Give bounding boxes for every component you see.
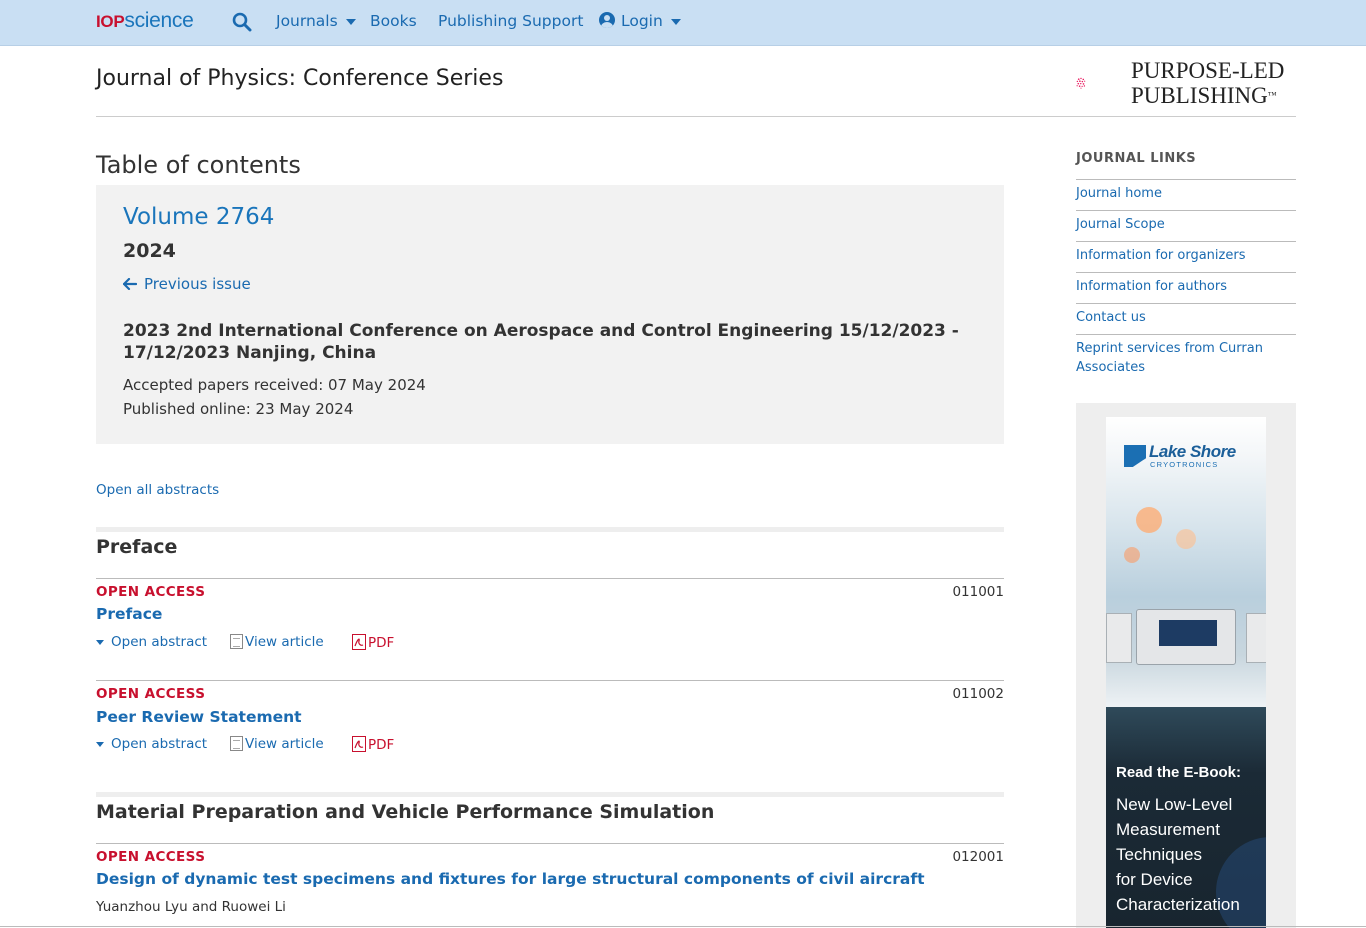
- article-divider: [96, 843, 1004, 844]
- document-icon: [230, 736, 243, 751]
- search-icon[interactable]: [232, 12, 252, 32]
- article-title-link[interactable]: Peer Review Statement: [96, 708, 302, 726]
- journal-links-heading: JOURNAL LINKS: [1076, 151, 1197, 166]
- open-abstract-label: Open abstract: [111, 736, 208, 752]
- ad-instrument-right: [1246, 613, 1266, 663]
- journal-title[interactable]: Journal of Physics: Conference Series: [96, 66, 503, 91]
- open-access-badge: OPEN ACCESS: [96, 584, 206, 600]
- open-all-abstracts-link[interactable]: Open all abstracts: [96, 482, 219, 498]
- ad-brand-sub: CRYOTRONICS: [1150, 460, 1219, 469]
- page-bottom-edge: [0, 926, 1366, 927]
- sidebar-link-info-authors[interactable]: Information for authors: [1076, 272, 1296, 303]
- open-abstract-toggle[interactable]: Open abstract: [96, 634, 207, 650]
- article-authors: Yuanzhou Lyu and Ruowei Li: [96, 899, 286, 915]
- article-number: 012001: [952, 849, 1004, 865]
- open-abstract-label: Open abstract: [111, 634, 208, 650]
- article-divider: [96, 680, 1004, 681]
- open-access-badge: OPEN ACCESS: [96, 849, 206, 865]
- chevron-down-icon: [345, 18, 356, 25]
- section-title: Material Preparation and Vehicle Perform…: [96, 801, 715, 823]
- user-icon: [599, 12, 615, 28]
- conference-name: 2023 2nd International Conference on Aer…: [123, 321, 959, 363]
- ad-bokeh: [1176, 529, 1196, 549]
- sidebar-link-contact-us[interactable]: Contact us: [1076, 303, 1296, 334]
- logo-product-text: science: [124, 9, 194, 32]
- volume-title: Volume 2764: [123, 204, 275, 230]
- logo-brand-text: IOP: [96, 12, 125, 31]
- article-number: 011001: [952, 584, 1004, 600]
- pdf-label: PDF: [368, 737, 395, 753]
- article-number: 011002: [952, 686, 1004, 702]
- volume-year: 2024: [123, 240, 176, 262]
- ad-headline-line: Measurement: [1116, 820, 1220, 839]
- published-date: Published online: 23 May 2024: [123, 400, 354, 418]
- nav-journals-label: Journals: [276, 12, 338, 30]
- view-article-label: View article: [245, 736, 324, 752]
- ad-bokeh: [1136, 507, 1162, 533]
- journal-links-list: Journal home Journal Scope Information f…: [1076, 179, 1296, 382]
- volume-info-box: Volume 2764 2024 Previous issue 2023 2nd…: [96, 185, 1004, 444]
- publisher-logo-text: PURPOSE-LED PUBLISHING™: [1131, 58, 1284, 108]
- sidebar-link-journal-scope[interactable]: Journal Scope: [1076, 210, 1296, 241]
- sidebar-link-journal-home[interactable]: Journal home: [1076, 179, 1296, 210]
- section-bar: [96, 527, 1004, 532]
- document-icon: [230, 634, 243, 649]
- ad-headline-line: Characterization: [1116, 895, 1240, 914]
- nav-books-link[interactable]: Books: [370, 12, 417, 30]
- ad-headline-line: Techniques: [1116, 845, 1203, 864]
- caret-down-icon: [96, 741, 104, 747]
- caret-down-icon: [96, 639, 104, 645]
- sidebar-link-info-organizers[interactable]: Information for organizers: [1076, 241, 1296, 272]
- section-bar: [96, 792, 1004, 797]
- nav-journals-menu[interactable]: Journals: [276, 12, 356, 30]
- ad-instrument-left: [1106, 613, 1132, 663]
- nav-login-label: Login: [621, 12, 663, 30]
- nav-login-menu[interactable]: Login: [599, 12, 681, 30]
- purpose-led-publishing-logo-icon: [1076, 77, 1086, 89]
- pdf-icon: [352, 634, 366, 650]
- ad-bokeh: [1124, 547, 1140, 563]
- ad-headline-line: New Low-Level: [1116, 795, 1233, 814]
- section-title: Preface: [96, 536, 178, 558]
- view-article-link[interactable]: View article: [230, 736, 324, 752]
- advertisement-container: Lake Shore CRYOTRONICS Read the E-Book: …: [1076, 403, 1296, 928]
- ad-instrument-screen: [1159, 620, 1217, 646]
- ad-brand: Lake Shore: [1149, 442, 1236, 461]
- ad-headline-line: for Device: [1116, 870, 1193, 889]
- publisher-logo-line1: PURPOSE-LED: [1131, 58, 1285, 83]
- view-article-link[interactable]: View article: [230, 634, 324, 650]
- nav-publishing-support-link[interactable]: Publishing Support: [438, 12, 583, 30]
- arrow-left-icon: [122, 277, 138, 291]
- pdf-link[interactable]: PDF: [352, 736, 394, 753]
- trademark-symbol: ™: [1267, 90, 1277, 100]
- article-divider: [96, 578, 1004, 579]
- lake-shore-ad-banner[interactable]: Lake Shore CRYOTRONICS Read the E-Book: …: [1106, 417, 1266, 928]
- header-divider: [96, 116, 1296, 117]
- previous-issue-label: Previous issue: [144, 275, 251, 293]
- pdf-icon: [352, 736, 366, 752]
- pdf-link[interactable]: PDF: [352, 634, 394, 651]
- article-title-link[interactable]: Design of dynamic test specimens and fix…: [96, 870, 925, 888]
- accepted-date: Accepted papers received: 07 May 2024: [123, 376, 426, 394]
- previous-issue-link[interactable]: Previous issue: [122, 275, 251, 293]
- article-title-link[interactable]: Preface: [96, 605, 162, 623]
- ad-cta: Read the E-Book:: [1116, 764, 1242, 781]
- pdf-label: PDF: [368, 635, 395, 651]
- open-abstract-toggle[interactable]: Open abstract: [96, 736, 207, 752]
- publisher-logo-line2: PUBLISHING: [1131, 83, 1268, 108]
- chevron-down-icon: [670, 18, 681, 25]
- toc-heading: Table of contents: [96, 151, 301, 179]
- iopscience-logo[interactable]: IOPscience: [96, 9, 194, 33]
- top-navigation-bar: IOPscience Journals Books Publishing Sup…: [0, 0, 1366, 46]
- sidebar-link-reprint-services[interactable]: Reprint services from Curran Associates: [1076, 334, 1296, 382]
- view-article-label: View article: [245, 634, 324, 650]
- ad-instrument: [1136, 609, 1236, 665]
- open-access-badge: OPEN ACCESS: [96, 686, 206, 702]
